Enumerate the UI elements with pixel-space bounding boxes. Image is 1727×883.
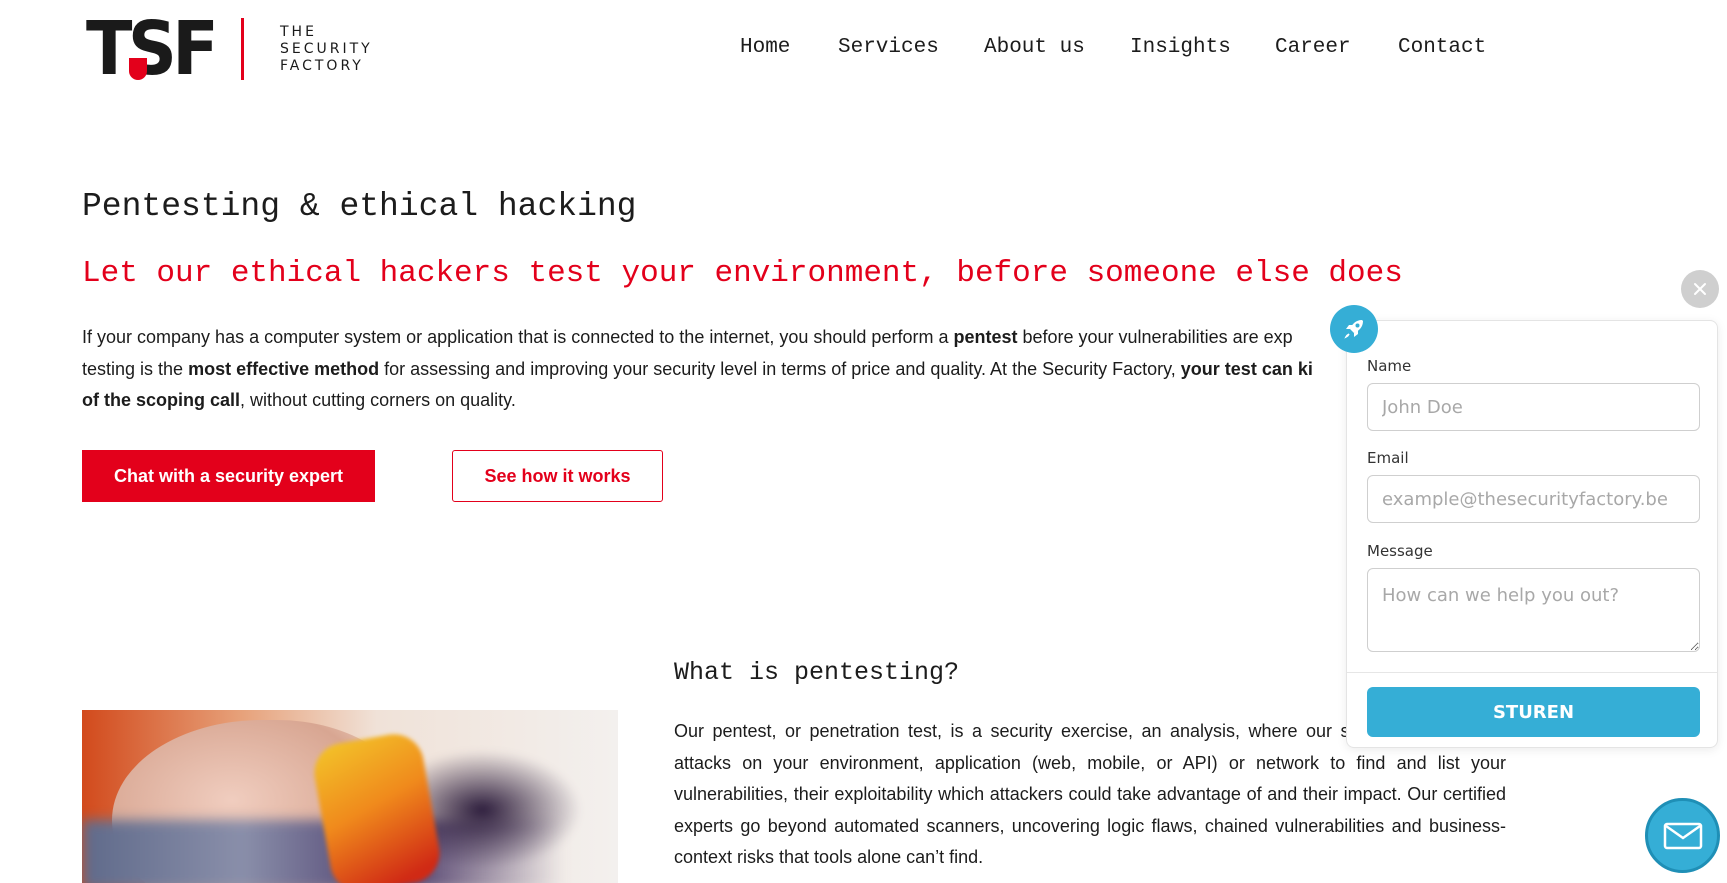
name-input[interactable] — [1367, 383, 1700, 431]
logo-line-3: FACTORY — [280, 58, 364, 74]
intro-bold-method: most effective method — [188, 358, 380, 379]
page-title: Pentesting & ethical hacking — [82, 188, 637, 225]
logo-mark: TSF — [86, 6, 219, 92]
intro-text-2: before your vulnerabilities are exp — [1017, 327, 1293, 347]
logo-divider — [241, 18, 244, 80]
section-title: What is pentesting? — [674, 658, 960, 687]
nav-insights[interactable]: Insights — [1130, 36, 1231, 59]
nav-about-us[interactable]: About us — [984, 36, 1085, 59]
contact-widget: Name Email Message STUREN — [1346, 320, 1718, 748]
hero-subtitle: Let our ethical hackers test your enviro… — [82, 256, 1403, 291]
logo-line-1: THE — [280, 24, 317, 40]
nav-home[interactable]: Home — [740, 36, 790, 59]
logo-wordmark: THE SECURITY FACTORY — [280, 24, 373, 75]
intro-bold-scoping: of the scoping call — [82, 390, 241, 410]
intro-text-1: If your company has a computer system or… — [82, 327, 954, 347]
logo-drop-shape — [129, 58, 147, 80]
pentest-photo — [82, 710, 618, 883]
email-label: Email — [1367, 449, 1409, 467]
widget-divider — [1347, 672, 1717, 673]
rocket-icon — [1330, 305, 1378, 353]
message-label: Message — [1367, 542, 1433, 560]
nav-career[interactable]: Career — [1275, 36, 1351, 59]
intro-bold-test: your test can ki — [1180, 358, 1313, 379]
intro-text-5: , without cutting corners on quality. — [240, 390, 516, 410]
intro-bold-pentest: pentest — [953, 327, 1018, 347]
chat-with-expert-button[interactable]: Chat with a security expert — [82, 450, 375, 502]
email-input[interactable] — [1367, 475, 1700, 523]
intro-text-4: for assessing and improving your securit… — [379, 358, 1181, 379]
close-icon[interactable] — [1681, 270, 1719, 308]
submit-button[interactable]: STUREN — [1367, 687, 1700, 737]
message-textarea[interactable] — [1367, 568, 1700, 652]
see-how-it-works-button[interactable]: See how it works — [452, 450, 663, 502]
logo-line-2: SECURITY — [280, 41, 373, 57]
name-label: Name — [1367, 357, 1412, 375]
intro-text-3: testing is the — [82, 358, 189, 379]
logo[interactable]: TSF — [86, 6, 225, 92]
intro-paragraph: If your company has a computer system or… — [82, 322, 1422, 417]
envelope-icon[interactable] — [1645, 798, 1720, 873]
nav-services[interactable]: Services — [838, 36, 939, 59]
nav-contact[interactable]: Contact — [1398, 36, 1486, 59]
